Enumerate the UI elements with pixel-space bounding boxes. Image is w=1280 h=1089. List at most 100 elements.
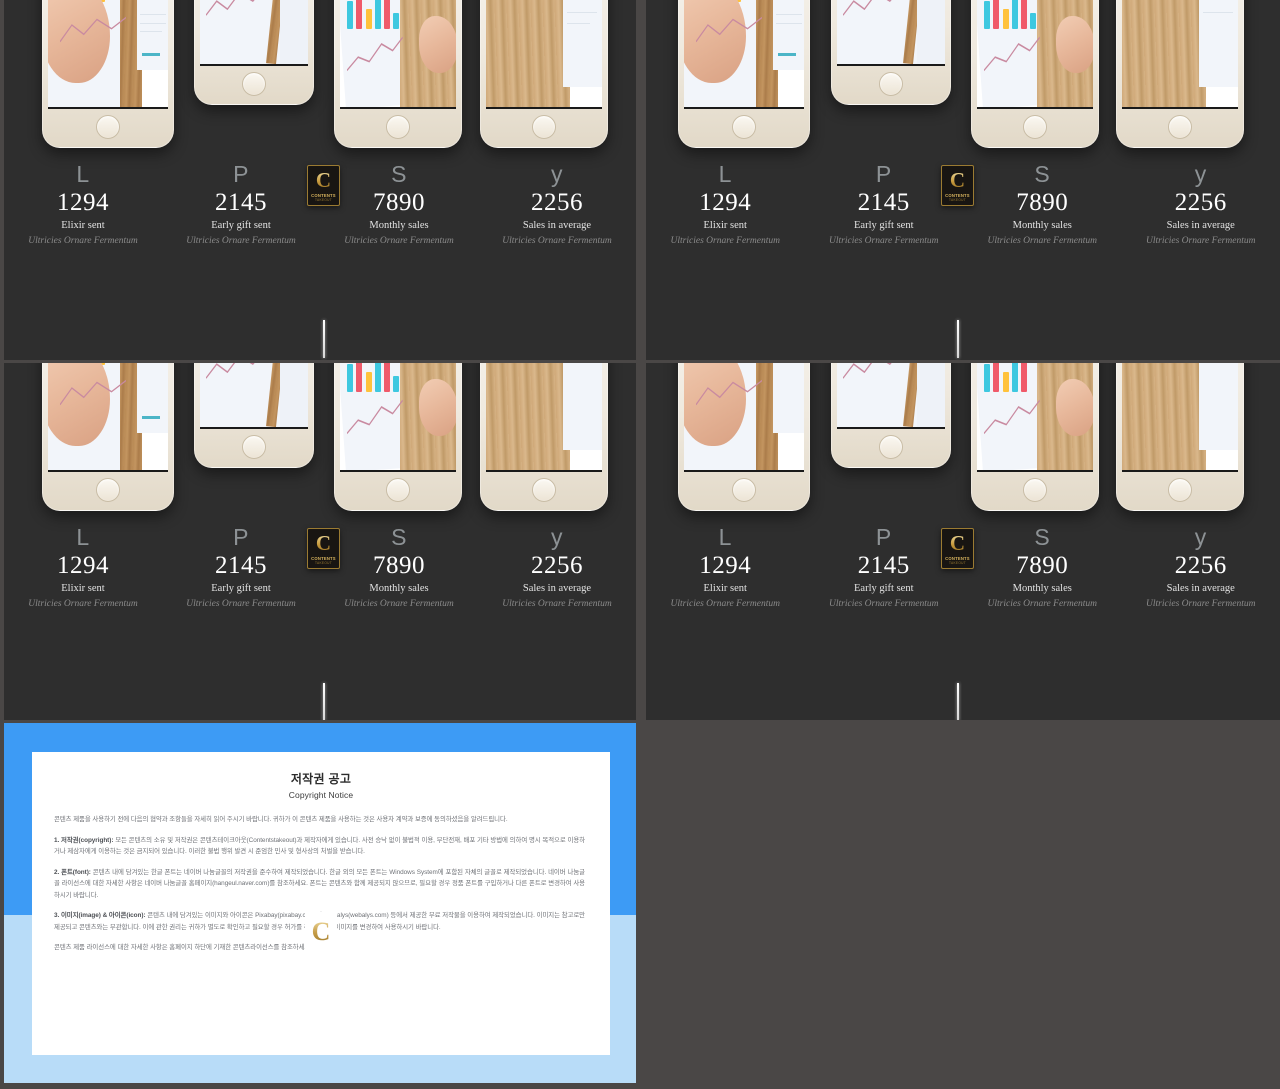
stat-number: 7890 xyxy=(373,552,425,579)
stat-number: 1294 xyxy=(57,552,109,579)
stat-item-3[interactable]: S 7890 Monthly sales Ultricies Ornare Fe… xyxy=(320,160,478,249)
stat-subtitle: Ultricies Ornare Fermentum xyxy=(344,599,454,609)
stat-glyph: y xyxy=(551,161,563,187)
stat-number: 7890 xyxy=(373,189,425,216)
stats-row: L 1294 Elixir sent Ultricies Ornare Ferm… xyxy=(4,160,636,249)
stat-label: Elixir sent xyxy=(61,220,105,231)
stat-item-3[interactable]: S 7890 Monthly sales Ultricies Ornare Fe… xyxy=(963,523,1122,612)
stat-glyph: P xyxy=(233,161,249,187)
phone-home-button xyxy=(1168,478,1192,502)
text-cursor-caret xyxy=(323,320,325,358)
stat-item-2[interactable]: P 2145 Early gift sent Ultricies Ornare … xyxy=(805,160,964,249)
stat-item-3[interactable]: S 7890 Monthly sales Ultricies Ornare Fe… xyxy=(320,523,478,612)
stat-glyph: P xyxy=(875,161,892,187)
stat-number: 2256 xyxy=(1174,189,1227,216)
phone-home-button xyxy=(532,115,556,139)
stat-item-4[interactable]: y 2256 Sales in average Ultricies Ornare… xyxy=(478,523,636,612)
stat-item-2[interactable]: P 2145 Early gift sent Ultricies Ornare … xyxy=(162,160,320,249)
logo-letter: C xyxy=(311,917,331,946)
phone-mockup-1 xyxy=(678,0,810,148)
stat-subtitle: Ultricies Ornare Fermentum xyxy=(502,236,612,246)
stat-glyph: S xyxy=(1034,161,1051,187)
stat-label: Monthly sales xyxy=(1012,220,1072,231)
stat-item-1[interactable]: L 1294 Elixir sent Ultricies Ornare Ferm… xyxy=(4,523,162,612)
stat-label: Sales in average xyxy=(1166,583,1235,594)
stat-subtitle: Ultricies Ornare Fermentum xyxy=(1146,599,1256,609)
text-cursor-caret xyxy=(323,683,325,720)
phone-mockup-2 xyxy=(831,0,951,105)
stat-item-2[interactable]: P 2145 Early gift sent Ultricies Ornare … xyxy=(162,523,320,612)
stat-glyph: P xyxy=(233,524,249,550)
stat-number: 2145 xyxy=(857,189,910,216)
stat-number: 2145 xyxy=(215,189,267,216)
stat-item-4[interactable]: y 2256 Sales in average Ultricies Ornare… xyxy=(1122,523,1280,612)
stat-label: Monthly sales xyxy=(369,583,429,594)
phone-home-button xyxy=(1168,115,1192,139)
stat-label: Sales in average xyxy=(1166,220,1235,231)
phone-mockup-3 xyxy=(334,363,462,511)
stat-subtitle: Ultricies Ornare Fermentum xyxy=(502,599,612,609)
slide-panel-top-right[interactable]: C CONTENTS TAKEOUT L 1294 Elixir sent Ul… xyxy=(646,0,1280,360)
stat-glyph: L xyxy=(76,161,90,187)
slide-grid: C CONTENTS TAKEOUT L 1294 Elixir sent Ul… xyxy=(0,0,1280,1089)
stat-subtitle: Ultricies Ornare Fermentum xyxy=(829,599,939,609)
phone-mockup-3 xyxy=(971,363,1099,511)
stat-item-1[interactable]: L 1294 Elixir sent Ultricies Ornare Ferm… xyxy=(4,160,162,249)
stats-row: L 1294 Elixir sent Ultricies Ornare Ferm… xyxy=(646,160,1280,249)
stat-number: 2145 xyxy=(215,552,267,579)
copyright-item-2-text: 콘텐츠 내에 담겨있는 한글 폰트는 네이버 나눔글꼴의 저작권을 준수하여 제… xyxy=(54,868,585,899)
stat-item-2[interactable]: P 2145 Early gift sent Ultricies Ornare … xyxy=(805,523,964,612)
stat-item-1[interactable]: L 1294 Elixir sent Ultricies Ornare Ferm… xyxy=(646,523,805,612)
phone-home-button xyxy=(96,115,120,139)
stat-item-4[interactable]: y 2256 Sales in average Ultricies Ornare… xyxy=(1122,160,1280,249)
slide-panel-bottom-right[interactable]: C CONTENTS TAKEOUT L 1294 Elixir sent Ul… xyxy=(646,363,1280,720)
stat-label: Monthly sales xyxy=(1012,583,1072,594)
stats-row: L 1294 Elixir sent Ultricies Ornare Ferm… xyxy=(4,523,636,612)
copyright-subtitle: Copyright Notice xyxy=(288,790,354,800)
stat-number: 1294 xyxy=(699,552,752,579)
phone-mockup-2 xyxy=(194,0,314,105)
stat-label: Sales in average xyxy=(522,220,592,231)
stat-item-3[interactable]: S 7890 Monthly sales Ultricies Ornare Fe… xyxy=(963,160,1122,249)
stat-subtitle: Ultricies Ornare Fermentum xyxy=(186,599,296,609)
phone-home-button xyxy=(732,478,756,502)
stat-number: 2256 xyxy=(531,189,583,216)
phone-mockup-4 xyxy=(480,0,608,148)
copyright-item-2-label: 2. 폰트(font): xyxy=(54,868,91,876)
phone-mockup-4 xyxy=(1116,0,1244,148)
phone-mockup-4 xyxy=(1116,363,1244,511)
phone-home-button xyxy=(96,478,120,502)
stat-label: Early gift sent xyxy=(211,220,271,231)
slide-panel-top-left[interactable]: C CONTENTS TAKEOUT L 1294 Elixir sent Ul… xyxy=(4,0,636,360)
stat-item-4[interactable]: y 2256 Sales in average Ultricies Ornare… xyxy=(478,160,636,249)
phone-home-button xyxy=(1023,115,1047,139)
copyright-item-2: 2. 폰트(font): 콘텐츠 내에 담겨있는 한글 폰트는 네이버 나눔글꼴… xyxy=(54,867,585,902)
copyright-item-1: 1. 저작권(copyright): 모든 콘텐츠의 소유 및 저작권은 콘텐츠… xyxy=(54,835,585,858)
stat-subtitle: Ultricies Ornare Fermentum xyxy=(987,236,1097,246)
phone-mockup-row xyxy=(4,363,636,515)
slide-panel-copyright-notice[interactable]: 저작권 공고 Copyright Notice 콘텐츠 제품을 사용하기 전에 … xyxy=(4,723,636,1083)
phone-mockup-row xyxy=(646,363,1280,515)
phone-home-button xyxy=(1023,478,1047,502)
phone-mockup-1 xyxy=(42,0,174,148)
stat-glyph: S xyxy=(1034,524,1051,550)
stat-item-1[interactable]: L 1294 Elixir sent Ultricies Ornare Ferm… xyxy=(646,160,805,249)
stat-label: Monthly sales xyxy=(369,220,429,231)
stat-number: 2256 xyxy=(1174,552,1227,579)
stat-glyph: L xyxy=(76,524,90,550)
stat-glyph: L xyxy=(718,161,732,187)
stat-subtitle: Ultricies Ornare Fermentum xyxy=(344,236,454,246)
copyright-document: 저작권 공고 Copyright Notice 콘텐츠 제품을 사용하기 전에 … xyxy=(32,752,610,1055)
stat-subtitle: Ultricies Ornare Fermentum xyxy=(1146,236,1256,246)
stat-glyph: y xyxy=(551,524,563,550)
stat-label: Early gift sent xyxy=(211,583,271,594)
text-cursor-caret xyxy=(957,320,959,358)
stat-glyph: S xyxy=(391,524,407,550)
copyright-item-1-label: 1. 저작권(copyright): xyxy=(54,836,114,844)
stat-number: 7890 xyxy=(1016,552,1069,579)
slide-panel-bottom-left[interactable]: C CONTENTS TAKEOUT L 1294 Elixir sent Ul… xyxy=(4,363,636,720)
stat-subtitle: Ultricies Ornare Fermentum xyxy=(670,236,780,246)
copyright-intro: 콘텐츠 제품을 사용하기 전에 다음의 협약과 조항들을 자세히 읽어 주시기 … xyxy=(54,816,508,823)
stat-label: Elixir sent xyxy=(61,583,105,594)
stat-subtitle: Ultricies Ornare Fermentum xyxy=(186,236,296,246)
